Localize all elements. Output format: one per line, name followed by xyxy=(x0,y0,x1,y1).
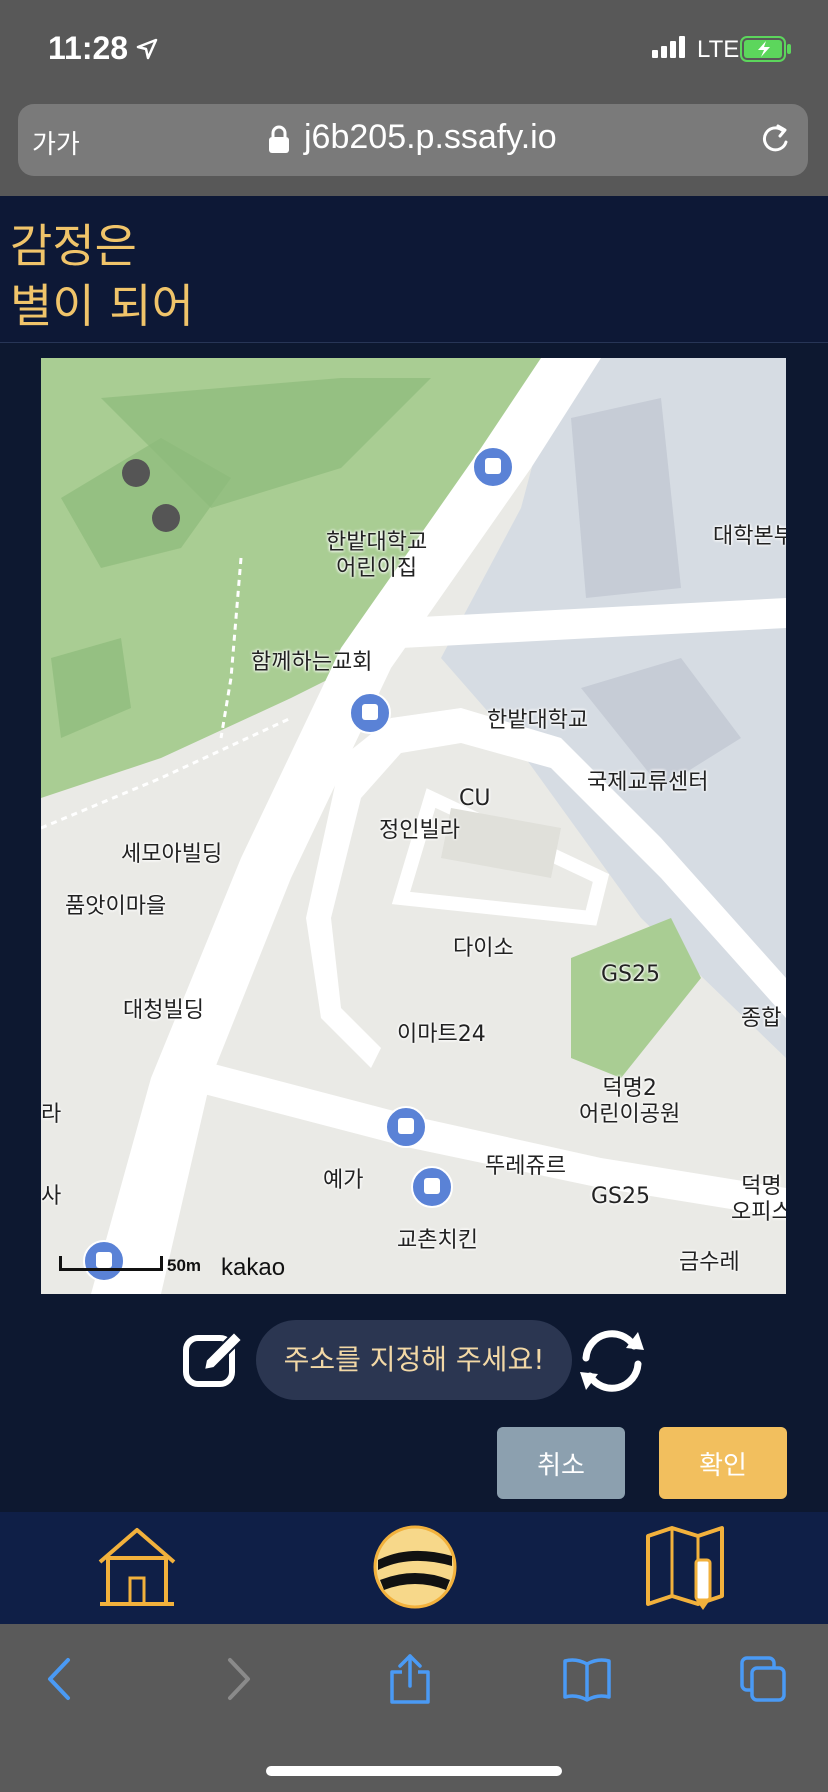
map-label-university: 한밭대학교 xyxy=(487,708,589,733)
map-label-sogo: 종합 xyxy=(741,1006,782,1031)
address-display[interactable]: 주소를 지정해 주세요! xyxy=(256,1320,572,1400)
bottom-nav xyxy=(0,1512,828,1624)
map-label-villa: 정인빌라 xyxy=(379,818,460,843)
confirm-button[interactable]: 확인 xyxy=(659,1427,787,1499)
map-label-sa: 사 xyxy=(41,1184,62,1209)
globe-icon[interactable] xyxy=(370,1522,460,1612)
map-icon[interactable] xyxy=(642,1522,732,1612)
bus-stop-icon[interactable] xyxy=(349,692,391,734)
app-title-line2: 별이 되어 xyxy=(10,279,194,333)
app-header: 감정은 별이 되어 xyxy=(0,196,828,343)
map-label-gs25-b: GS25 xyxy=(591,1184,651,1209)
status-bar: 11:28 LTE xyxy=(0,0,828,100)
address-bar[interactable]: 가가 j6b205.p.ssafy.io xyxy=(18,104,808,176)
bus-stop-icon[interactable] xyxy=(411,1166,453,1208)
map-scale-label: 50m xyxy=(167,1256,202,1275)
browser-bottom-toolbar xyxy=(0,1624,828,1792)
map-label-daecheong: 대청빌딩 xyxy=(123,998,204,1023)
bus-stop-icon[interactable] xyxy=(385,1106,427,1148)
url-text[interactable]: j6b205.p.ssafy.io xyxy=(304,118,557,157)
map-label-kindergarten: 한밭대학교 어린이집 xyxy=(326,530,428,582)
map-label-kyochon: 교촌치킨 xyxy=(397,1228,478,1253)
map-label-intl-center: 국제교류센터 xyxy=(587,770,709,795)
map-label-admin: 대학본부 xyxy=(713,524,786,549)
signal-icon xyxy=(652,36,688,62)
network-label: LTE xyxy=(697,36,740,63)
map-label-deokmyeong: 덕명 오피스 xyxy=(731,1174,786,1226)
map-label-park: 덕명2 어린이공원 xyxy=(579,1076,681,1128)
reload-icon[interactable] xyxy=(758,122,794,162)
status-time: 11:28 xyxy=(48,30,129,66)
app-title-line1: 감정은 xyxy=(10,219,137,273)
map-label-poomat: 품앗이마을 xyxy=(65,894,167,919)
map-label-yega: 예가 xyxy=(323,1168,364,1193)
battery-icon xyxy=(740,36,792,66)
map-attribution: kakao xyxy=(221,1254,286,1281)
bus-stop-icon[interactable] xyxy=(472,446,514,488)
map-label-daiso: 다이소 xyxy=(453,936,514,961)
cancel-button[interactable]: 취소 xyxy=(497,1427,625,1499)
map-label-ra: 라 xyxy=(41,1102,62,1127)
map-label-church: 함께하는교회 xyxy=(251,650,373,675)
map-label-gs25-a: GS25 xyxy=(601,962,661,987)
home-icon[interactable] xyxy=(92,1522,182,1612)
lock-icon xyxy=(268,124,290,158)
map-scale-bar xyxy=(59,1256,163,1271)
back-icon[interactable] xyxy=(40,1654,80,1708)
bookmarks-icon[interactable] xyxy=(562,1654,612,1708)
map-label-semo: 세모아빌딩 xyxy=(121,842,223,867)
map-label-cu: CU xyxy=(459,786,491,811)
tabs-icon[interactable] xyxy=(738,1654,788,1708)
refresh-icon[interactable] xyxy=(572,1326,652,1400)
home-indicator xyxy=(266,1766,562,1776)
edit-icon[interactable] xyxy=(182,1326,248,1396)
map-view[interactable]: 한밭대학교 어린이집 함께하는교회 한밭대학교 대학본부 국제교류센터 CU 정… xyxy=(41,358,786,1294)
text-size-button[interactable]: 가가 xyxy=(32,124,80,161)
location-arrow-icon xyxy=(136,38,158,64)
share-icon[interactable] xyxy=(388,1654,432,1708)
map-label-emart: 이마트24 xyxy=(397,1022,486,1047)
map-label-geumsure: 금수레 xyxy=(679,1250,740,1275)
forward-icon[interactable] xyxy=(218,1654,258,1708)
map-label-tous: 뚜레쥬르 xyxy=(485,1154,566,1179)
